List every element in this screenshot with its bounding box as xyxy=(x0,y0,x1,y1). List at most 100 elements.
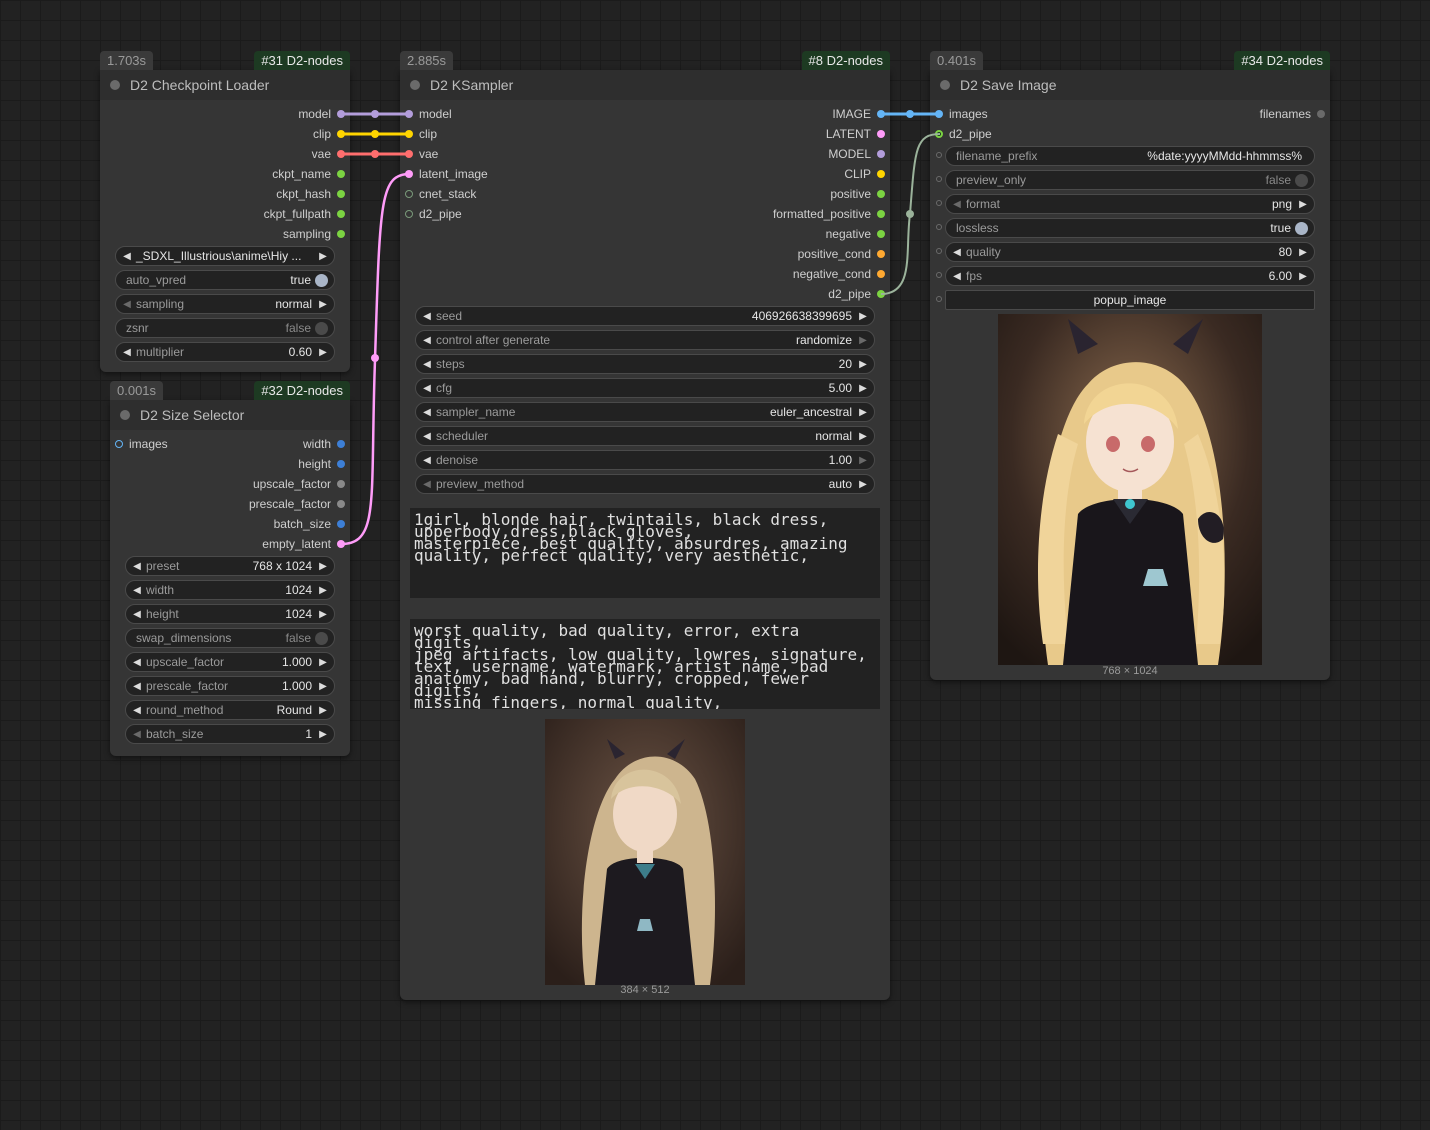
output-clip[interactable]: CLIP xyxy=(844,164,890,184)
round-method-combo[interactable]: ◀ round_method Round ▶ xyxy=(125,700,335,720)
output-model[interactable]: MODEL xyxy=(828,144,890,164)
slot-dot-icon[interactable] xyxy=(337,500,345,508)
slot-dot-icon[interactable] xyxy=(337,110,345,118)
size-selector-node[interactable]: D2 Size Selector images width height ups… xyxy=(110,400,350,756)
arrow-left-icon[interactable]: ◀ xyxy=(122,251,132,262)
output-filenames[interactable]: filenames xyxy=(1260,104,1330,124)
ckpt-name-combo[interactable]: ◀ _SDXL_Illustrious\anime\Hiy ... ▶ xyxy=(115,246,335,266)
input-images[interactable]: images xyxy=(930,104,988,124)
slot-dot-icon[interactable] xyxy=(877,170,885,178)
arrow-left-icon[interactable]: ◀ xyxy=(952,271,962,282)
arrow-right-icon[interactable]: ▶ xyxy=(1298,247,1308,258)
steps-number[interactable]: ◀ steps 20 ▶ xyxy=(415,354,875,374)
output-model[interactable]: model xyxy=(298,104,350,124)
ksampler-node[interactable]: D2 KSampler model clip vae latent_image … xyxy=(400,70,890,1000)
slot-dot-icon[interactable] xyxy=(337,480,345,488)
positive-prompt-textarea[interactable]: 1girl, blonde hair, twintails, black dre… xyxy=(410,508,880,598)
output-width[interactable]: width xyxy=(303,434,350,454)
output-vae[interactable]: vae xyxy=(312,144,350,164)
slot-dot-icon[interactable] xyxy=(877,250,885,258)
arrow-left-icon[interactable]: ◀ xyxy=(422,311,432,322)
slot-dot-icon[interactable] xyxy=(405,170,413,178)
output-ckpt-name[interactable]: ckpt_name xyxy=(272,164,350,184)
output-batch-size[interactable]: batch_size xyxy=(274,514,350,534)
height-number[interactable]: ◀ height 1024 ▶ xyxy=(125,604,335,624)
preview-image[interactable] xyxy=(545,719,745,985)
arrow-left-icon[interactable]: ◀ xyxy=(422,335,432,346)
output-latent[interactable]: LATENT xyxy=(826,124,890,144)
arrow-right-icon[interactable]: ▶ xyxy=(858,311,868,322)
slot-dot-icon[interactable] xyxy=(337,170,345,178)
output-ckpt-hash[interactable]: ckpt_hash xyxy=(276,184,350,204)
input-vae[interactable]: vae xyxy=(400,144,438,164)
arrow-right-icon[interactable]: ▶ xyxy=(858,359,868,370)
denoise-number[interactable]: ◀ denoise 1.00 ▶ xyxy=(415,450,875,470)
swap-dimensions-toggle[interactable]: swap_dimensions false xyxy=(125,628,335,648)
lossless-toggle[interactable]: lossless true xyxy=(945,218,1315,238)
popup-image-button[interactable]: popup_image xyxy=(945,290,1315,310)
arrow-left-icon[interactable]: ◀ xyxy=(422,359,432,370)
toggle-on-icon[interactable] xyxy=(315,273,328,287)
output-formatted-positive[interactable]: formatted_positive xyxy=(773,204,890,224)
slot-dot-icon[interactable] xyxy=(877,270,885,278)
slot-dot-icon[interactable] xyxy=(877,190,885,198)
sampling-combo[interactable]: ◀ sampling normal ▶ xyxy=(115,294,335,314)
arrow-left-icon[interactable]: ◀ xyxy=(122,347,132,358)
slot-dot-icon[interactable] xyxy=(935,110,943,118)
arrow-left-icon[interactable]: ◀ xyxy=(132,705,142,716)
arrow-left-icon[interactable]: ◀ xyxy=(422,431,432,442)
toggle-on-icon[interactable] xyxy=(1295,221,1308,235)
slot-dot-icon[interactable] xyxy=(1317,110,1325,118)
filename-prefix-field[interactable]: filename_prefix %date:yyyyMMdd-hhmmss% xyxy=(945,146,1315,166)
slot-dot-icon[interactable] xyxy=(405,150,413,158)
slot-dot-icon[interactable] xyxy=(115,440,123,448)
input-d2-pipe[interactable]: d2_pipe xyxy=(930,124,992,144)
slot-dot-icon[interactable] xyxy=(337,230,345,238)
slot-dot-icon[interactable] xyxy=(337,540,345,548)
arrow-left-icon[interactable]: ◀ xyxy=(132,681,142,692)
arrow-left-icon[interactable]: ◀ xyxy=(132,657,142,668)
format-combo[interactable]: ◀ format png ▶ xyxy=(945,194,1315,214)
arrow-right-icon[interactable]: ▶ xyxy=(318,299,328,310)
output-empty-latent[interactable]: empty_latent xyxy=(262,534,350,554)
save-image-node[interactable]: D2 Save Image images d2_pipe filenames f… xyxy=(930,70,1330,680)
arrow-right-icon[interactable]: ▶ xyxy=(318,251,328,262)
preview-only-toggle[interactable]: preview_only false xyxy=(945,170,1315,190)
slot-dot-icon[interactable] xyxy=(877,110,885,118)
arrow-right-icon[interactable]: ▶ xyxy=(1298,199,1308,210)
slot-dot-icon[interactable] xyxy=(337,190,345,198)
arrow-left-icon[interactable]: ◀ xyxy=(422,479,432,490)
output-ckpt-fullpath[interactable]: ckpt_fullpath xyxy=(264,204,350,224)
input-images[interactable]: images xyxy=(110,434,168,454)
widget-slot-icon[interactable] xyxy=(936,200,942,206)
arrow-right-icon[interactable]: ▶ xyxy=(858,335,868,346)
scheduler-combo[interactable]: ◀ scheduler normal ▶ xyxy=(415,426,875,446)
toggle-off-icon[interactable] xyxy=(315,321,328,335)
arrow-left-icon[interactable]: ◀ xyxy=(122,299,132,310)
arrow-right-icon[interactable]: ▶ xyxy=(318,657,328,668)
input-model[interactable]: model xyxy=(400,104,452,124)
preview-method-combo[interactable]: ◀ preview_method auto ▶ xyxy=(415,474,875,494)
arrow-right-icon[interactable]: ▶ xyxy=(318,585,328,596)
toggle-off-icon[interactable] xyxy=(1295,173,1308,187)
slot-dot-icon[interactable] xyxy=(935,130,943,138)
output-upscale-factor[interactable]: upscale_factor xyxy=(253,474,350,494)
slot-dot-icon[interactable] xyxy=(877,150,885,158)
arrow-right-icon[interactable]: ▶ xyxy=(1298,271,1308,282)
multiplier-number[interactable]: ◀ multiplier 0.60 ▶ xyxy=(115,342,335,362)
collapse-dot-icon[interactable] xyxy=(120,410,130,420)
collapse-dot-icon[interactable] xyxy=(110,80,120,90)
arrow-left-icon[interactable]: ◀ xyxy=(132,729,142,740)
slot-dot-icon[interactable] xyxy=(877,290,885,298)
arrow-right-icon[interactable]: ▶ xyxy=(858,479,868,490)
negative-prompt-textarea[interactable]: worst quality, bad quality, error, extra… xyxy=(410,619,880,709)
output-positive-cond[interactable]: positive_cond xyxy=(798,244,890,264)
slot-dot-icon[interactable] xyxy=(337,460,345,468)
collapse-dot-icon[interactable] xyxy=(940,80,950,90)
slot-dot-icon[interactable] xyxy=(337,440,345,448)
input-d2-pipe[interactable]: d2_pipe xyxy=(400,204,462,224)
widget-slot-icon[interactable] xyxy=(936,176,942,182)
toggle-off-icon[interactable] xyxy=(315,631,328,645)
slot-dot-icon[interactable] xyxy=(405,110,413,118)
output-height[interactable]: height xyxy=(298,454,350,474)
